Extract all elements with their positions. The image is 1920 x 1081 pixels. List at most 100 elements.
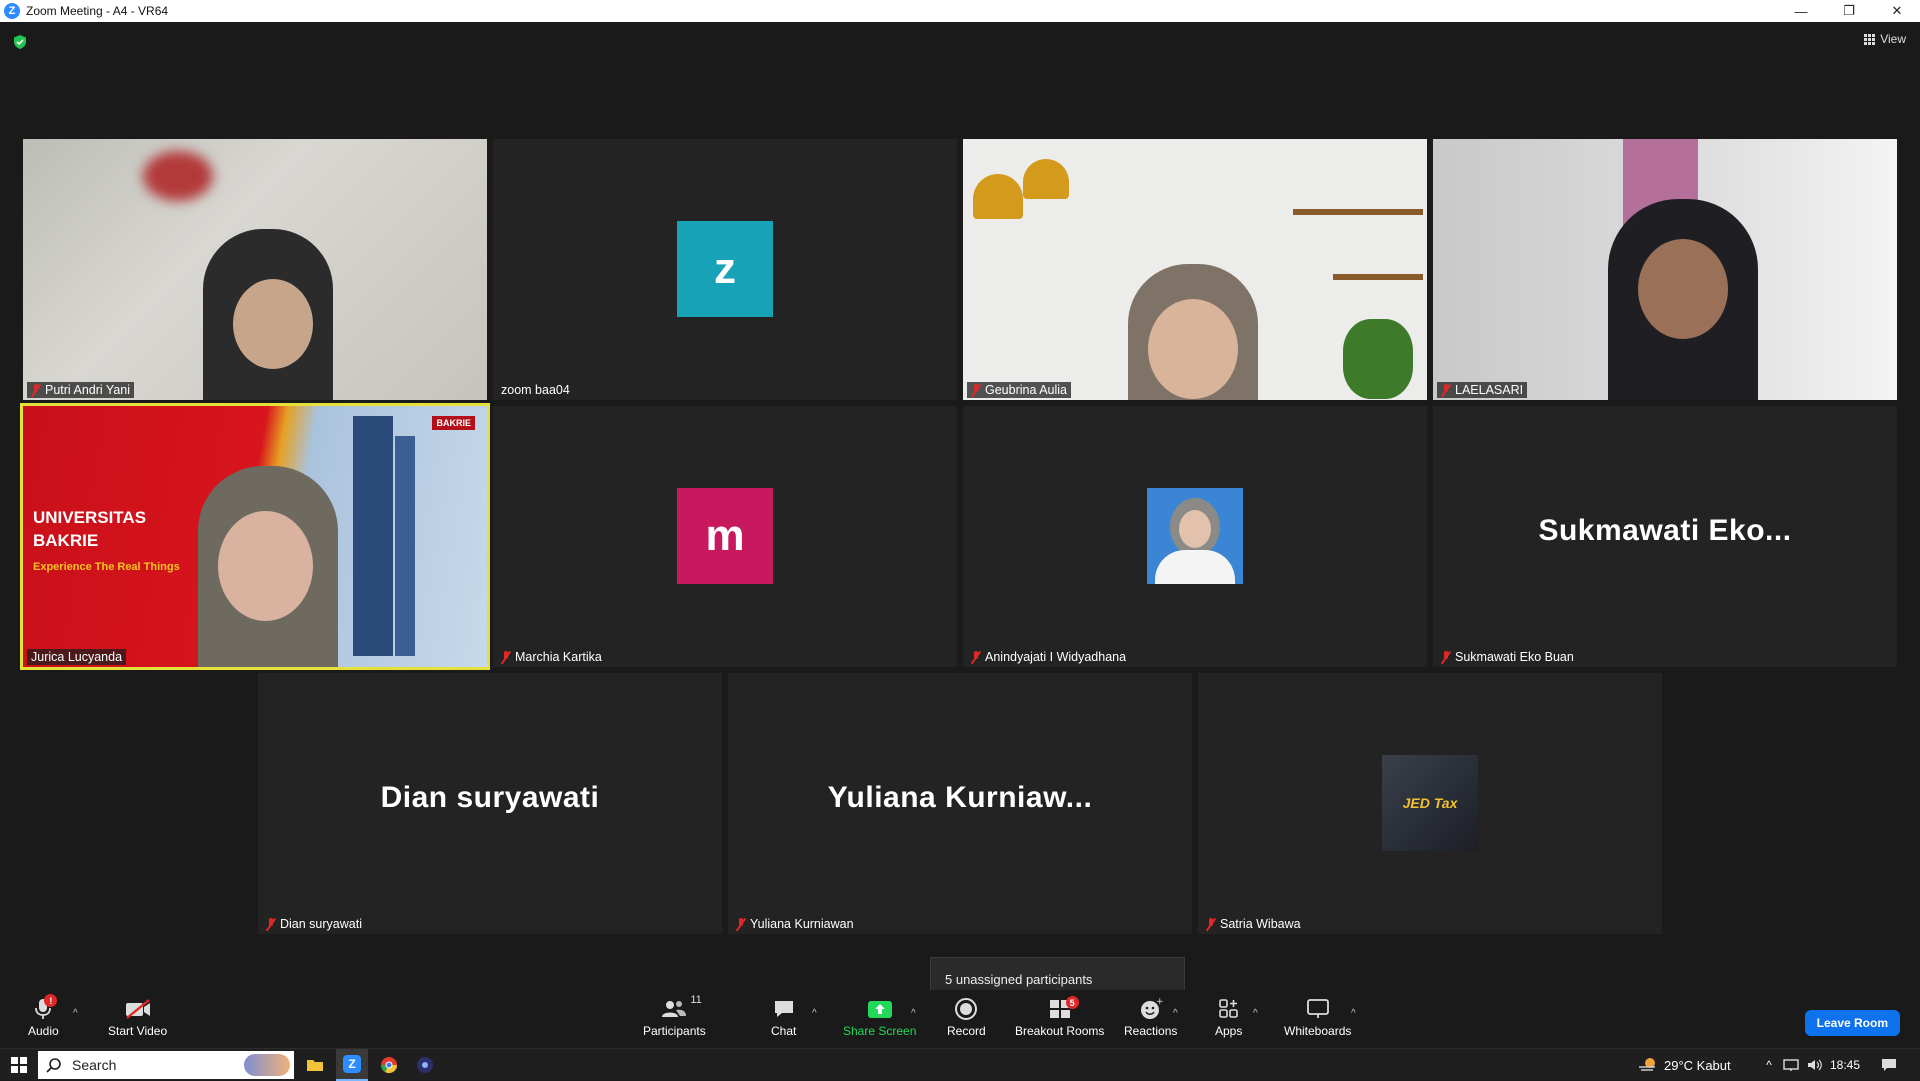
share-options-caret[interactable]: ^: [911, 1008, 916, 1019]
whiteboards-button[interactable]: Whiteboards: [1284, 996, 1351, 1038]
participant-name: LAELASARI: [1455, 383, 1524, 397]
chat-icon: [774, 1001, 793, 1017]
volume-icon[interactable]: [1804, 1049, 1826, 1081]
video-tile-geubrina[interactable]: Geubrina Aulia: [963, 139, 1427, 400]
video-tile-dian[interactable]: Dian suryawati Dian suryawati: [258, 673, 722, 934]
chat-options-caret[interactable]: ^: [812, 1008, 817, 1019]
participant-name: Yuliana Kurniawan: [750, 917, 854, 931]
participant-face: [233, 279, 313, 369]
chrome-icon[interactable]: [374, 1049, 404, 1081]
reactions-label: Reactions: [1124, 1024, 1178, 1038]
restore-icon[interactable]: ❐: [1826, 0, 1872, 22]
participant-name-tag: Yuliana Kurniawan: [732, 916, 858, 932]
video-tile-zoom-baa04[interactable]: z zoom baa04: [493, 139, 957, 400]
window-title: Zoom Meeting - A4 - VR64: [26, 4, 169, 18]
participant-name-tag: Anindyajati I Widyadhana: [967, 649, 1130, 665]
muted-mic-icon: [31, 383, 41, 397]
meeting-area: View Putri Andri Yani z zoom baa04 Geubr…: [0, 22, 1920, 1048]
banner-text: UNIVERSITAS BAKRIE: [33, 508, 147, 550]
building-shape: [395, 436, 415, 656]
muted-mic-icon: [971, 383, 981, 397]
participant-name-tag: Dian suryawati: [262, 916, 366, 932]
building-shape: [353, 416, 393, 656]
shelf: [1333, 274, 1423, 280]
leave-room-button[interactable]: Leave Room: [1804, 1010, 1900, 1036]
audio-options-caret[interactable]: ^: [73, 1008, 78, 1019]
reactions-icon: +: [1140, 997, 1163, 1019]
apps-button[interactable]: Apps: [1215, 996, 1242, 1038]
participant-display-name: Sukmawati Eko...: [1538, 514, 1792, 547]
whiteboards-label: Whiteboards: [1284, 1024, 1352, 1038]
participant-name-tag: Sukmawati Eko Buan: [1437, 649, 1578, 665]
clock-time[interactable]: 18:45: [1830, 1049, 1860, 1081]
participant-name: zoom baa04: [501, 383, 570, 397]
video-tile-yuliana[interactable]: Yuliana Kurniaw... Yuliana Kurniawan: [728, 673, 1192, 934]
whiteboard-icon: [1306, 999, 1329, 1018]
apps-icon: [1218, 999, 1238, 1018]
apps-options-caret[interactable]: ^: [1253, 1008, 1258, 1019]
video-off-icon: [125, 999, 150, 1019]
network-icon[interactable]: [1780, 1049, 1802, 1081]
muted-mic-icon: [501, 650, 511, 664]
weather-icon[interactable]: [1636, 1049, 1660, 1081]
notifications-icon[interactable]: [1876, 1049, 1902, 1081]
zoom-taskbar-icon[interactable]: Z: [336, 1049, 368, 1081]
taskbar-search-box[interactable]: Search: [38, 1051, 294, 1079]
video-tile-anindyajati[interactable]: Anindyajati I Widyadhana: [963, 406, 1427, 667]
participant-name-tag: LAELASARI: [1437, 382, 1528, 398]
participant-avatar: m: [677, 488, 773, 584]
participants-label: Participants: [643, 1024, 706, 1038]
participant-profile-logo: JED Tax: [1382, 755, 1478, 851]
windows-start-icon[interactable]: [4, 1049, 34, 1081]
muted-mic-icon: [1441, 650, 1451, 664]
search-placeholder: Search: [72, 1057, 117, 1073]
share-screen-label: Share Screen: [843, 1024, 917, 1038]
participant-name: Satria Wibawa: [1220, 917, 1301, 931]
apps-label: Apps: [1215, 1024, 1243, 1038]
participant-name: Dian suryawati: [280, 917, 362, 931]
participant-profile-photo: [1147, 488, 1243, 584]
participants-button[interactable]: 11 Participants: [643, 994, 706, 1038]
participant-name: Marchia Kartika: [515, 650, 602, 664]
camera-app-icon[interactable]: [410, 1049, 440, 1081]
record-label: Record: [947, 1024, 986, 1038]
video-tile-putri[interactable]: Putri Andri Yani: [23, 139, 487, 400]
breakout-rooms-button[interactable]: 5 Breakout Rooms: [1015, 996, 1104, 1038]
show-hidden-icons-icon[interactable]: ^: [1760, 1049, 1778, 1081]
weather-text[interactable]: 29°C Kabut: [1664, 1049, 1731, 1081]
view-button[interactable]: View: [1864, 32, 1906, 46]
video-tile-marchia[interactable]: m Marchia Kartika: [493, 406, 957, 667]
audio-button[interactable]: ! Audio: [28, 994, 59, 1038]
share-screen-button[interactable]: Share Screen: [843, 996, 916, 1038]
chat-button[interactable]: Chat: [771, 996, 796, 1038]
start-video-button[interactable]: Start Video: [108, 996, 167, 1038]
video-tile-laelasari[interactable]: LAELASARI: [1433, 139, 1897, 400]
window-title-bar: Z Zoom Meeting - A4 - VR64 — ❐ ✕: [0, 0, 1920, 22]
close-icon[interactable]: ✕: [1874, 0, 1920, 22]
participant-name-tag: Putri Andri Yani: [27, 382, 135, 398]
participant-display-name: Dian suryawati: [380, 781, 600, 814]
video-tile-sukmawati[interactable]: Sukmawati Eko... Sukmawati Eko Buan: [1433, 406, 1897, 667]
reactions-button[interactable]: + Reactions: [1124, 996, 1177, 1038]
zoom-logo-icon: Z: [4, 3, 20, 19]
university-logo: BAKRIE: [432, 416, 475, 430]
video-tile-satria[interactable]: JED Tax Satria Wibawa: [1198, 673, 1662, 934]
shelf: [1293, 209, 1423, 215]
participant-name-tag: Marchia Kartika: [497, 649, 606, 665]
profile-face: [1179, 510, 1211, 548]
audio-label: Audio: [28, 1024, 59, 1038]
whiteboards-options-caret[interactable]: ^: [1351, 1008, 1356, 1019]
breakout-rooms-badge: 5: [1065, 996, 1079, 1009]
reactions-options-caret[interactable]: ^: [1173, 1008, 1178, 1019]
encryption-shield-icon[interactable]: [12, 34, 28, 50]
participant-name: Anindyajati I Widyadhana: [985, 650, 1127, 664]
video-tile-jurica[interactable]: UNIVERSITAS BAKRIE Experience The Real T…: [20, 403, 490, 670]
participant-name-tag: Jurica Lucyanda: [27, 649, 127, 665]
profile-uniform: [1155, 550, 1235, 584]
participant-name-tag: zoom baa04: [497, 382, 574, 398]
record-button[interactable]: Record: [947, 996, 986, 1038]
minimize-icon[interactable]: —: [1778, 0, 1824, 22]
file-explorer-icon[interactable]: [300, 1049, 330, 1081]
muted-mic-icon: [1206, 917, 1216, 931]
participant-face: [218, 511, 313, 621]
